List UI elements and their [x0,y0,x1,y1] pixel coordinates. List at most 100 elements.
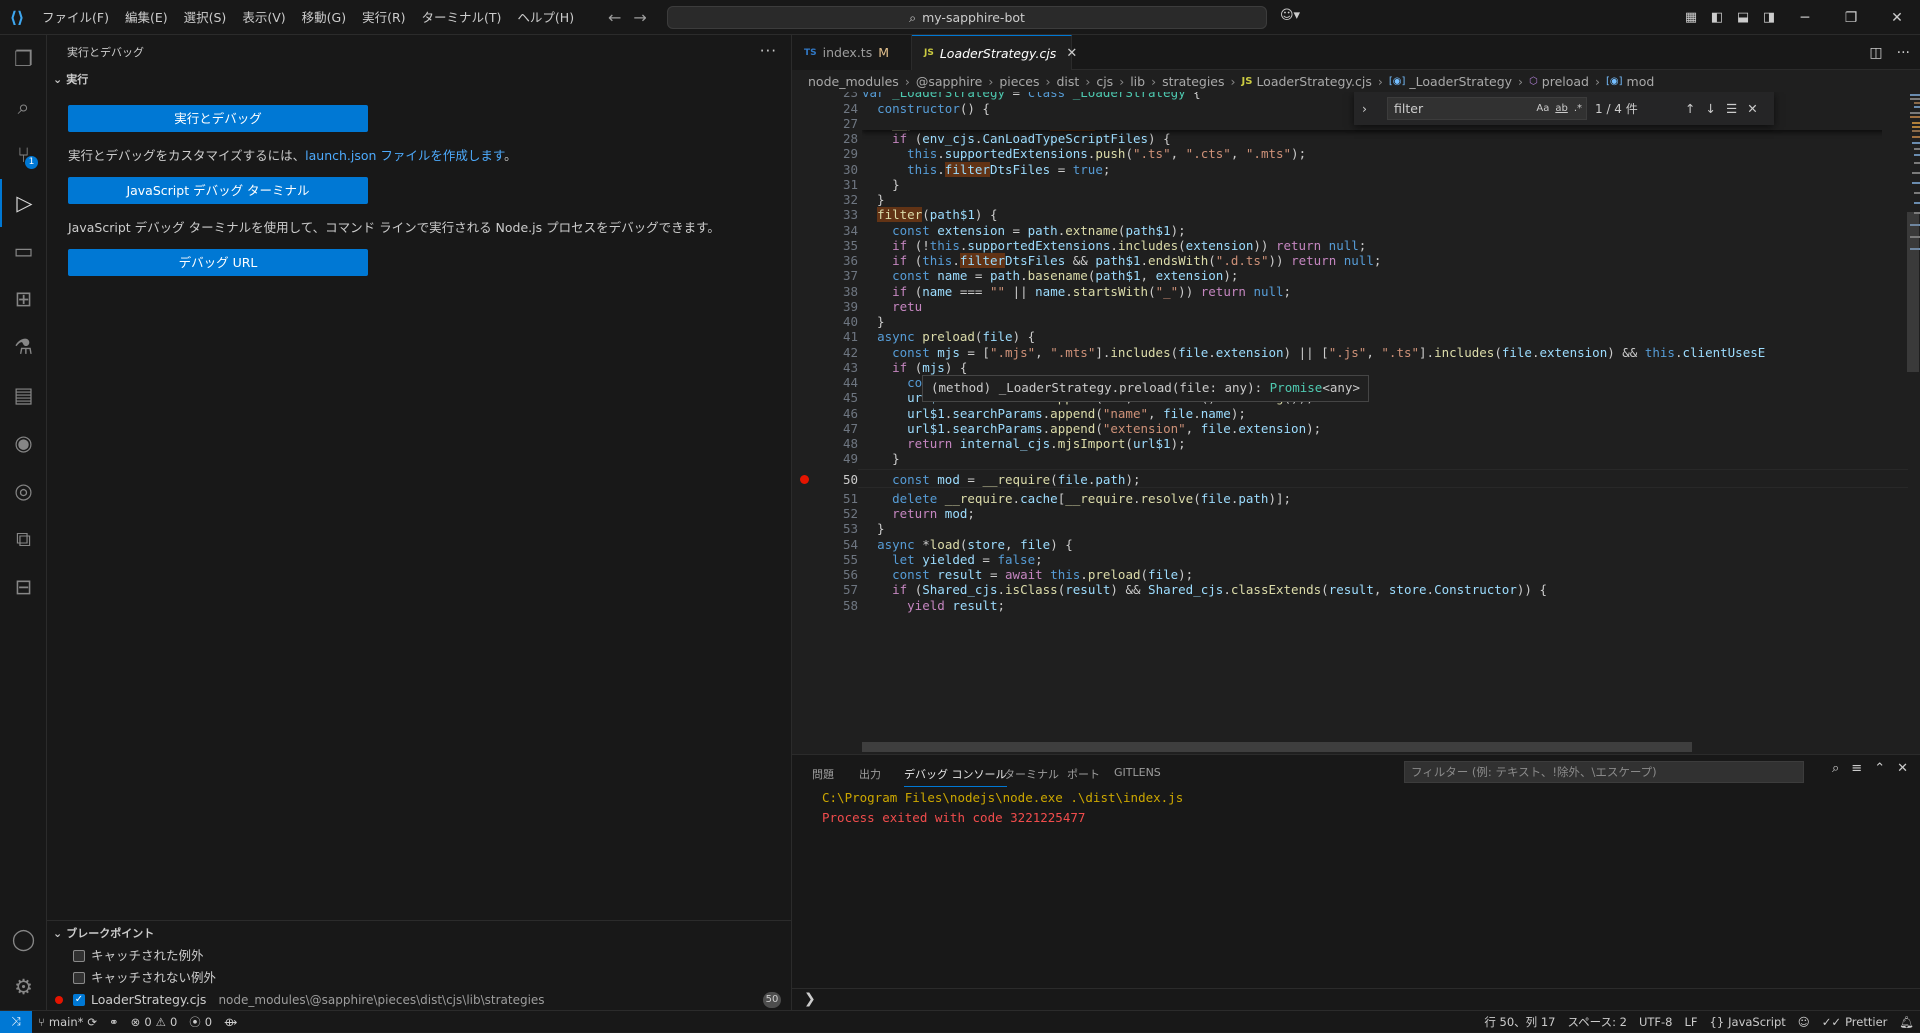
run-debug-icon[interactable]: ▷ [0,179,47,227]
forward-arrow-icon[interactable]: → [633,8,646,27]
notifications-bell-icon[interactable]: 🔔︎ [1893,1015,1920,1029]
remote-explorer-icon[interactable]: ▭ [0,227,47,275]
minimize-window-icon[interactable]: ─ [1782,0,1828,35]
clear-console-icon[interactable]: ≡ [1851,761,1862,776]
breakpoint-enabled-checkbox[interactable]: ✓ [73,994,85,1006]
tab-gitlens[interactable]: GITLENS [1114,766,1161,779]
vertical-scrollbar[interactable] [1907,212,1919,372]
more-actions-icon[interactable]: ··· [1897,45,1910,61]
ports-status[interactable]: ⦿ 0 [183,1014,218,1030]
docker-icon[interactable]: ▤ [0,371,47,419]
breadcrumb-item[interactable]: @sapphire [916,74,983,89]
copilot-icon[interactable]: ☺▾ [1280,8,1300,23]
cursor-position[interactable]: 行 50、列 17 [1478,1014,1561,1030]
breadcrumb-item[interactable]: preload [1542,74,1589,89]
breadcrumb-item[interactable]: node_modules [808,74,899,89]
toggle-panel-icon[interactable]: ⬓ [1730,0,1756,35]
extensions-icon[interactable]: ⊞ [0,275,47,323]
menu-selection[interactable]: 選択(S) [176,0,235,35]
js-debug-terminal-button[interactable]: JavaScript デバッグ ターミナル [68,177,368,204]
breadcrumb-item[interactable]: lib [1130,74,1145,89]
debug-launch-icon[interactable]: ⟴ [218,1015,243,1029]
tab-loaderstrategy-cjs[interactable]: JS LoaderStrategy.cjs ✕ [912,35,1077,70]
pull-requests-icon[interactable]: ⊟ [0,563,47,611]
source-control-icon[interactable]: ⑂ 1 [0,131,47,179]
minimap[interactable] [1904,92,1920,754]
testing-icon[interactable]: ⚗ [0,323,47,371]
menu-help[interactable]: ヘルプ(H) [509,0,582,35]
toggle-secondary-sidebar-icon[interactable]: ◨ [1756,0,1782,35]
tab-terminal[interactable]: ターミナル [1004,766,1059,782]
customize-layout-icon[interactable]: ▦ [1678,0,1704,35]
breakpoint-file-entry[interactable]: ✓ LoaderStrategy.cjs node_modules\@sapph… [47,989,791,1011]
remote-indicator-icon[interactable]: ⤨ [0,1010,32,1033]
menu-view[interactable]: 表示(V) [234,0,293,35]
code-editor[interactable]: 23 24 27 28 29 30 31 32 33 34 35 36 37 3… [792,92,1920,754]
close-tab-icon[interactable]: ✕ [1066,46,1077,61]
debug-console-filter-input[interactable]: フィルター (例: テキスト、!除外、\エスケープ) [1404,761,1804,783]
close-window-icon[interactable]: ✕ [1874,0,1920,35]
breadcrumb-item[interactable]: mod [1627,74,1655,89]
accounts-icon[interactable]: ◯ [0,915,47,963]
back-arrow-icon[interactable]: ← [608,8,621,27]
maximize-panel-icon[interactable]: ⌃ [1874,761,1885,776]
menu-go[interactable]: 移動(G) [294,0,354,35]
breadcrumb-item[interactable]: LoaderStrategy.cjs [1256,74,1371,89]
prettier-status[interactable]: ✓✓ Prettier [1816,1015,1894,1029]
branch-status[interactable]: ⑂ main* ⟳ [32,1015,103,1029]
copilot-chat-icon[interactable]: ⧉ [0,515,47,563]
code-lines[interactable]: var _LoaderStrategy = class _LoaderStrat… [862,92,1882,754]
tab-debug-console[interactable]: デバッグ コンソール [904,766,1007,787]
gitlens-icon[interactable]: ◉ [0,419,47,467]
caught-exceptions-checkbox[interactable] [73,950,85,962]
encoding[interactable]: UTF-8 [1633,1015,1679,1029]
close-panel-icon[interactable]: ✕ [1897,761,1908,776]
uncaught-exceptions-checkbox[interactable] [73,972,85,984]
copilot-status-icon[interactable]: ☺ [1792,1015,1816,1029]
debug-url-button[interactable]: デバッグ URL [68,249,368,276]
run-and-debug-button[interactable]: 実行とデバッグ [68,105,368,132]
tab-index-ts[interactable]: TS index.ts M [792,35,912,70]
close-find-icon[interactable]: ✕ [1747,101,1757,116]
match-whole-word-icon[interactable]: ab [1555,103,1567,114]
menu-run[interactable]: 実行(R) [354,0,413,35]
breadcrumb-item[interactable]: cjs [1096,74,1113,89]
find-in-selection-icon[interactable]: ☰ [1726,101,1737,116]
toggle-primary-sidebar-icon[interactable]: ◧ [1704,0,1730,35]
breakpoint-uncaught-exceptions[interactable]: キャッチされない例外 [47,967,791,989]
breadcrumb-item[interactable]: pieces [999,74,1039,89]
breadcrumb-item[interactable]: dist [1057,74,1080,89]
breakpoint-marker-icon[interactable] [800,475,809,484]
tab-output[interactable]: 出力 [859,766,881,782]
menu-file[interactable]: ファイル(F) [34,0,117,35]
gitlens-status-icon[interactable]: ⚭ [103,1015,125,1029]
next-match-icon[interactable]: ↓ [1705,101,1715,116]
indentation[interactable]: スペース: 2 [1561,1014,1632,1030]
timeline-icon[interactable]: ◎ [0,467,47,515]
use-regex-icon[interactable]: .* [1574,103,1582,114]
match-case-icon[interactable]: Aa [1536,103,1549,114]
run-section-header[interactable]: ⌄ 実行 [53,69,88,91]
settings-gear-icon[interactable]: ⚙ [0,963,47,1011]
tab-ports[interactable]: ポート [1067,766,1100,782]
debug-console-input[interactable]: ❯ [792,988,1920,1010]
tab-problems[interactable]: 問題 [812,766,834,782]
search-view-icon[interactable]: ⌕ [0,83,47,131]
breakpoints-header[interactable]: ⌄ ブレークポイント [53,923,154,945]
menu-terminal[interactable]: ターミナル(T) [414,0,510,35]
breadcrumb-item[interactable]: _LoaderStrategy [1409,74,1512,89]
find-input[interactable]: filter Aa ab .* [1387,97,1587,120]
horizontal-scrollbar[interactable] [862,742,1692,752]
problems-status[interactable]: ⊗ 0 ⚠ 0 [125,1015,184,1029]
language-mode[interactable]: {} JavaScript [1704,1015,1792,1029]
create-launch-json-link[interactable]: launch.json ファイルを作成します [305,148,504,163]
menu-edit[interactable]: 編集(E) [117,0,176,35]
explorer-icon[interactable]: ❐ [0,35,47,83]
command-center-search[interactable]: ⌕ my-sapphire-bot [667,6,1267,29]
breakpoint-caught-exceptions[interactable]: キャッチされた例外 [47,945,791,967]
more-actions-icon[interactable]: ··· [760,35,777,70]
end-of-line[interactable]: LF [1678,1015,1703,1029]
restore-window-icon[interactable]: ❐ [1828,0,1874,35]
split-editor-icon[interactable]: ◫ [1869,45,1882,61]
previous-match-icon[interactable]: ↑ [1685,101,1695,116]
